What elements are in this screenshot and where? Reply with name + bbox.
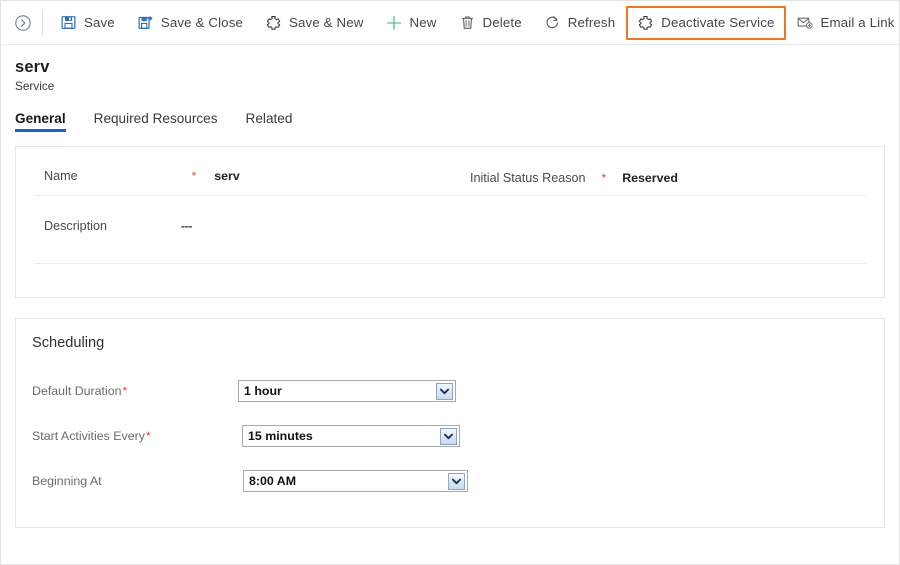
start-activities-every-select-value: 15 minutes bbox=[248, 429, 313, 443]
general-row-name: Name * serv Initial Status Reason * Rese… bbox=[16, 147, 884, 197]
initial-status-reason-field: Initial Status Reason * Reserved bbox=[470, 157, 678, 199]
save-button-label: Save bbox=[84, 15, 115, 30]
deactivate-service-button-label: Deactivate Service bbox=[661, 15, 775, 30]
chevron-down-icon[interactable] bbox=[448, 472, 465, 490]
deactivate-service-button[interactable]: Deactivate Service bbox=[626, 5, 786, 40]
name-field-value[interactable]: serv bbox=[214, 169, 240, 183]
beginning-at-label: Beginning At bbox=[32, 474, 102, 488]
record-entity-type: Service bbox=[15, 79, 55, 93]
general-row-divider-top bbox=[34, 195, 866, 196]
default-duration-label: Default Duration * bbox=[32, 384, 128, 398]
new-button[interactable]: New bbox=[375, 6, 448, 40]
save-and-close-button-label: Save & Close bbox=[160, 15, 244, 30]
start-activities-every-label: Start Activities Every * bbox=[32, 429, 151, 443]
initial-status-reason-required-indicator: * bbox=[601, 171, 607, 185]
name-field: Name * serv bbox=[44, 155, 240, 197]
scheduling-row-beginning-at: Beginning At 8:00 AM bbox=[16, 467, 884, 495]
form-tabs: General Required Resources Related bbox=[1, 106, 899, 132]
chevron-right-circle-icon[interactable] bbox=[8, 8, 38, 38]
initial-status-reason-value[interactable]: Reserved bbox=[622, 171, 678, 185]
record-header: serv Service bbox=[1, 45, 899, 94]
refresh-icon bbox=[544, 14, 561, 31]
email-link-icon bbox=[797, 14, 814, 31]
default-duration-required-indicator: * bbox=[122, 384, 128, 398]
scheduling-row-start-activities-every: Start Activities Every * 15 minutes bbox=[16, 422, 884, 450]
name-field-label: Name bbox=[44, 169, 78, 183]
name-required-indicator: * bbox=[191, 169, 197, 183]
new-button-label: New bbox=[409, 15, 437, 30]
description-field-label: Description bbox=[44, 219, 107, 233]
scheduling-section-card: Scheduling Default Duration * 1 hour Star… bbox=[15, 318, 885, 528]
initial-status-reason-label: Initial Status Reason bbox=[470, 171, 586, 185]
trash-icon bbox=[459, 14, 476, 31]
chevron-down-icon[interactable] bbox=[436, 382, 453, 400]
scheduling-row-default-duration: Default Duration * 1 hour bbox=[16, 377, 884, 405]
beginning-at-select[interactable]: 8:00 AM bbox=[243, 470, 468, 492]
description-field: Description --- bbox=[44, 205, 192, 247]
tab-related[interactable]: Related bbox=[246, 111, 293, 132]
save-button[interactable]: Save bbox=[49, 6, 126, 40]
start-activities-every-select[interactable]: 15 minutes bbox=[242, 425, 460, 447]
deactivate-icon bbox=[637, 14, 654, 31]
beginning-at-select-value: 8:00 AM bbox=[249, 474, 297, 488]
toolbar-divider bbox=[42, 9, 43, 36]
delete-button-label: Delete bbox=[482, 15, 522, 30]
default-duration-select-value: 1 hour bbox=[244, 384, 282, 398]
delete-button[interactable]: Delete bbox=[448, 6, 533, 40]
refresh-button[interactable]: Refresh bbox=[533, 6, 627, 40]
plus-icon bbox=[386, 14, 403, 31]
start-activities-every-required-indicator: * bbox=[145, 429, 151, 443]
description-field-value[interactable]: --- bbox=[181, 219, 192, 233]
page-title: serv bbox=[15, 58, 50, 76]
save-and-new-button[interactable]: Save & New bbox=[254, 6, 375, 40]
chevron-down-icon[interactable] bbox=[440, 427, 457, 445]
save-and-new-icon bbox=[265, 14, 282, 31]
general-row-divider-bottom bbox=[34, 263, 866, 264]
email-a-link-button[interactable]: Email a Link bbox=[786, 6, 900, 40]
general-row-description: Description --- bbox=[16, 197, 884, 239]
save-floppy-icon bbox=[60, 14, 77, 31]
save-and-close-icon bbox=[137, 14, 154, 31]
save-and-new-button-label: Save & New bbox=[289, 15, 364, 30]
refresh-button-label: Refresh bbox=[567, 15, 616, 30]
command-bar: Save Save & Close Save & New New Delete … bbox=[1, 1, 899, 45]
service-form-page: Save Save & Close Save & New New Delete … bbox=[0, 0, 900, 565]
tab-general[interactable]: General bbox=[15, 111, 66, 132]
tab-required-resources[interactable]: Required Resources bbox=[94, 111, 218, 132]
scheduling-section-title: Scheduling bbox=[32, 335, 105, 351]
email-a-link-button-label: Email a Link bbox=[820, 15, 895, 30]
save-and-close-button[interactable]: Save & Close bbox=[126, 6, 254, 40]
default-duration-select[interactable]: 1 hour bbox=[238, 380, 456, 402]
general-section-card: Name * serv Initial Status Reason * Rese… bbox=[15, 146, 885, 298]
